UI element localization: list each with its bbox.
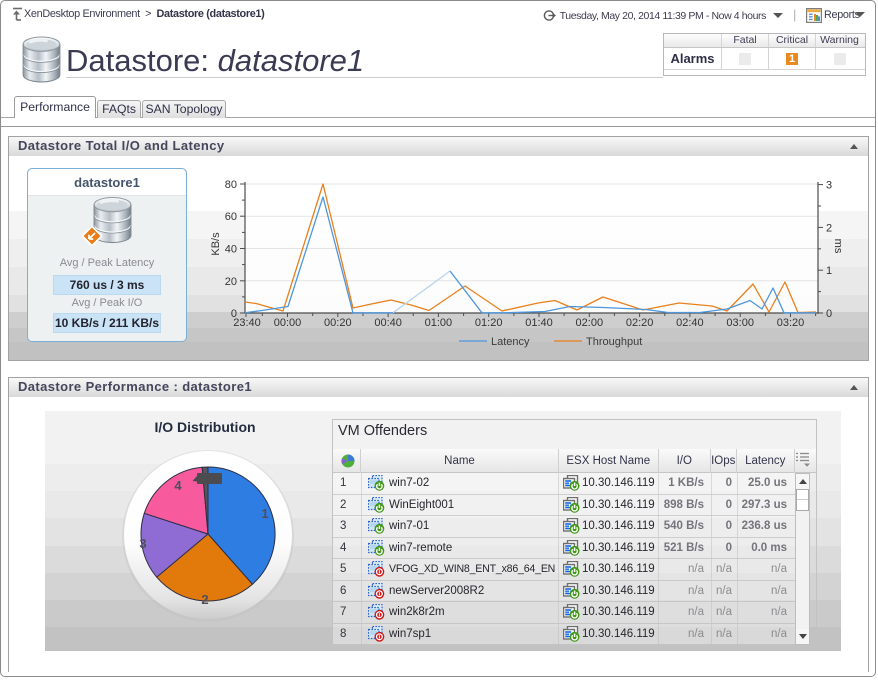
- svg-text:02:20: 02:20: [626, 317, 654, 329]
- svg-text:Throughput: Throughput: [586, 336, 642, 348]
- svg-text:00:20: 00:20: [324, 317, 352, 329]
- svg-text:3: 3: [139, 536, 146, 551]
- svg-text:02:00: 02:00: [576, 317, 604, 329]
- svg-text:KB/s: KB/s: [210, 232, 222, 256]
- svg-text:2: 2: [826, 222, 832, 234]
- svg-text:01:00: 01:00: [425, 317, 453, 329]
- svg-text:Latency: Latency: [491, 336, 530, 348]
- svg-text:01:20: 01:20: [475, 317, 503, 329]
- svg-text:01:40: 01:40: [525, 317, 553, 329]
- svg-text:03:00: 03:00: [726, 317, 754, 329]
- svg-text:ms: ms: [832, 239, 844, 254]
- svg-text:60: 60: [225, 211, 237, 223]
- svg-text:40: 40: [225, 244, 237, 256]
- svg-text:0: 0: [826, 308, 832, 320]
- svg-text:02:40: 02:40: [676, 317, 704, 329]
- svg-text:4: 4: [174, 478, 182, 493]
- svg-text:00:00: 00:00: [274, 317, 302, 329]
- svg-text:23:40: 23:40: [233, 317, 261, 329]
- svg-text:3: 3: [826, 180, 832, 192]
- svg-text:03:20: 03:20: [777, 317, 805, 329]
- svg-text:20: 20: [225, 276, 237, 288]
- svg-text:00:40: 00:40: [374, 317, 402, 329]
- svg-text:1: 1: [261, 506, 268, 521]
- svg-text:2: 2: [201, 592, 208, 607]
- svg-text:1: 1: [826, 265, 832, 277]
- svg-text:80: 80: [225, 179, 237, 191]
